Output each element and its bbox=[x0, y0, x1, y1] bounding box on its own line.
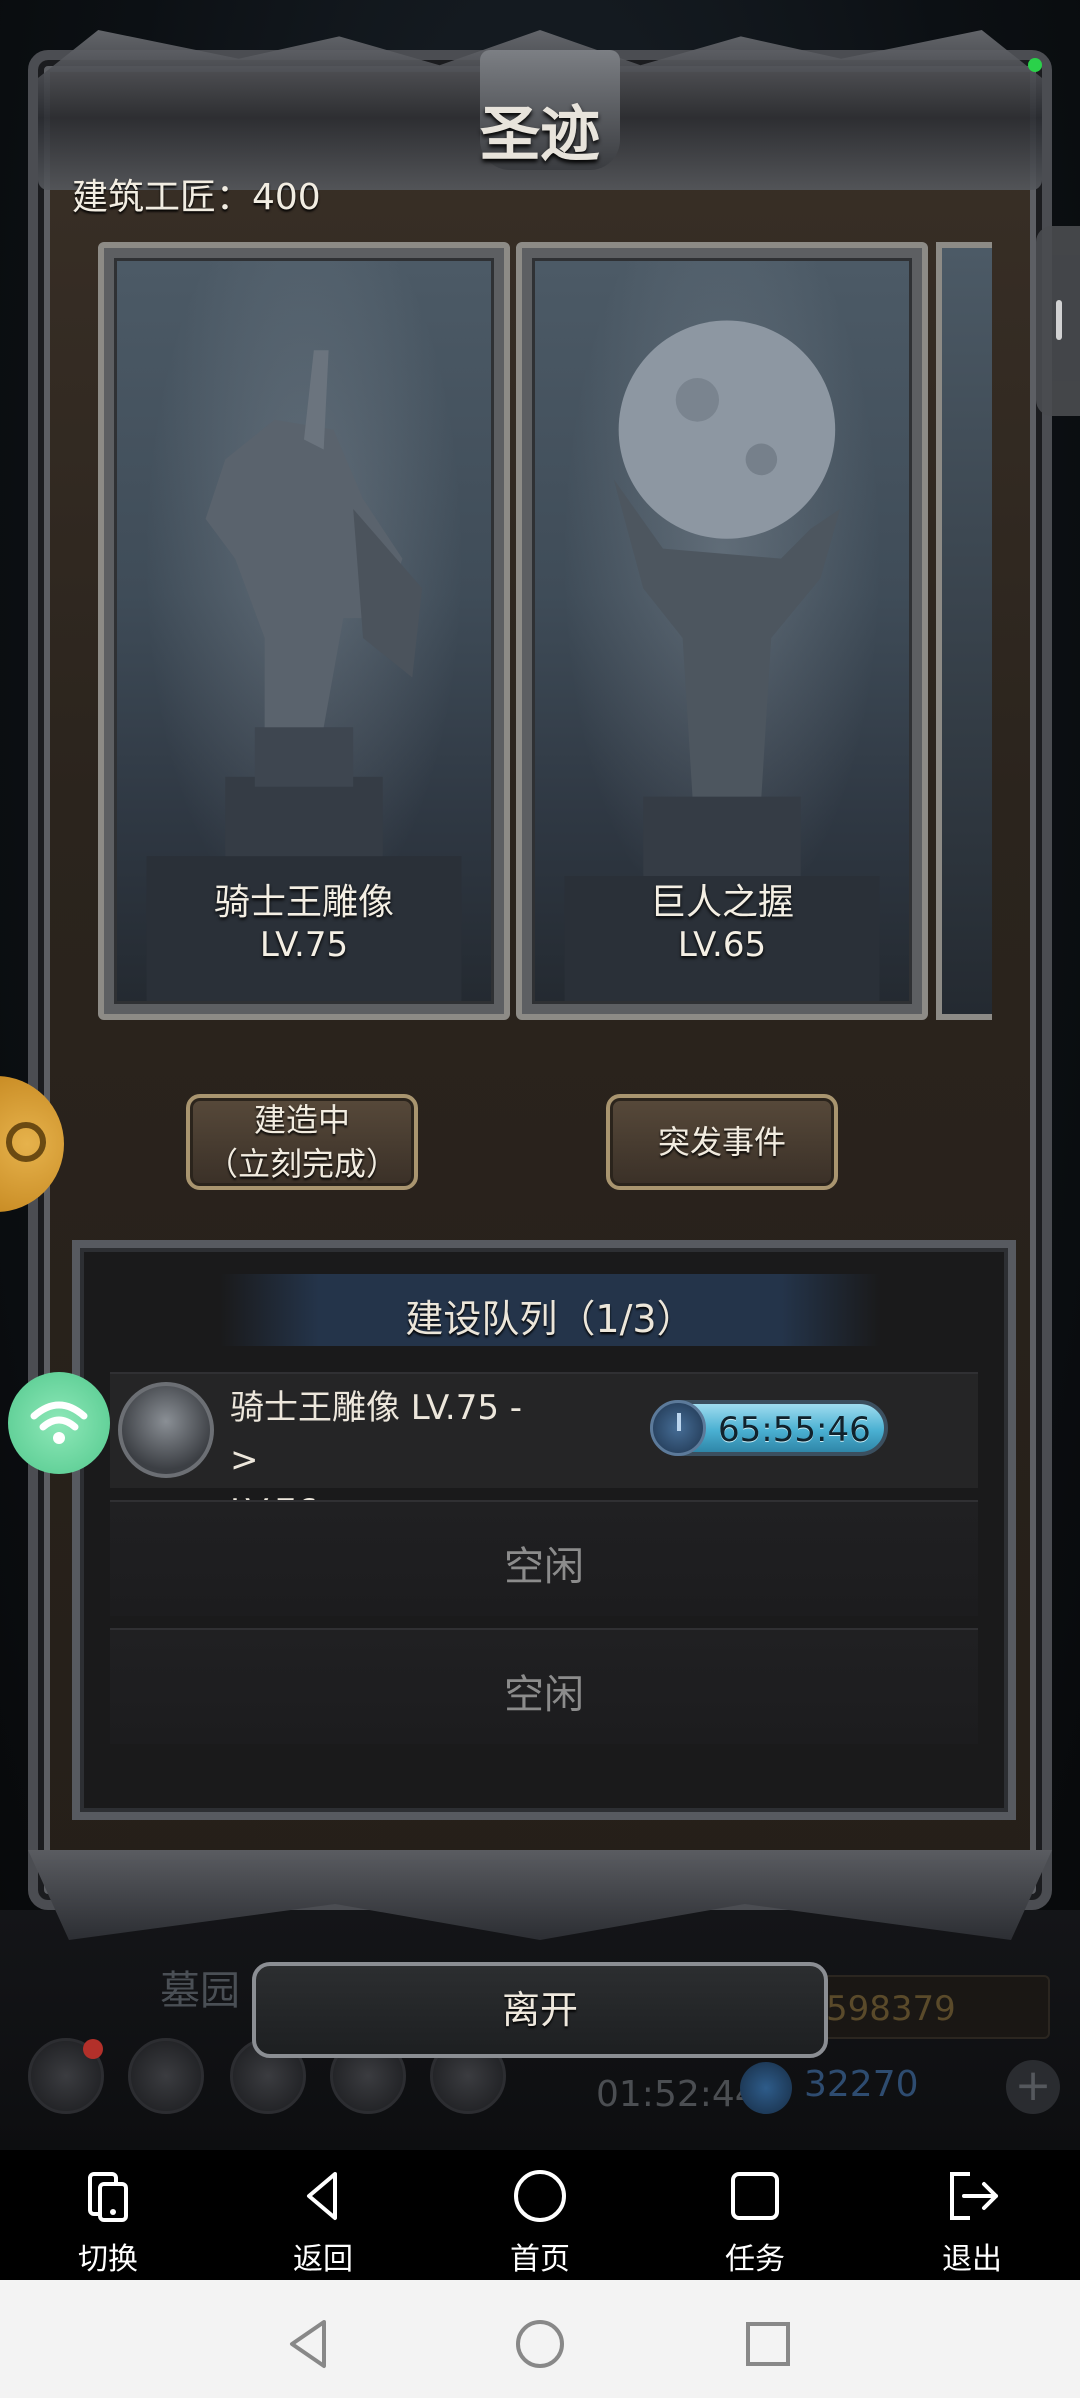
instant-complete-button[interactable]: 建造中 （立刻完成） bbox=[186, 1094, 418, 1190]
queue-empty-label: 空闲 bbox=[504, 1544, 584, 1590]
system-back-icon[interactable] bbox=[280, 2314, 340, 2374]
building-status-label: 建造中 bbox=[253, 1101, 350, 1139]
statue-level: LV.65 bbox=[677, 925, 767, 965]
statue-card-giants-grasp[interactable]: 巨人之握 LV.65 bbox=[516, 242, 928, 1020]
settings-gear-icon[interactable] bbox=[28, 2038, 104, 2114]
side-drawer-handle[interactable] bbox=[1036, 226, 1080, 416]
dialog-title: 圣迹 bbox=[480, 100, 600, 170]
statue-image-giants-grasp: 巨人之握 LV.65 bbox=[532, 258, 912, 1004]
tasks-button[interactable]: 任务 bbox=[680, 2164, 830, 2278]
system-nav-bar bbox=[0, 2280, 1080, 2398]
back-label: 返回 bbox=[293, 2242, 353, 2277]
queue-row-empty: 空闲 bbox=[110, 1628, 978, 1744]
statue-name: 骑士王雕像 bbox=[213, 882, 394, 923]
hud-timer: 01:52:44 bbox=[596, 2074, 758, 2115]
leave-button[interactable]: 离开 bbox=[252, 1962, 828, 2058]
statue-card-knight-king[interactable]: 骑士王雕像 LV.75 bbox=[98, 242, 510, 1020]
switch-icon bbox=[33, 2164, 183, 2234]
gem-value: 32270 bbox=[804, 2064, 919, 2105]
queue-timer-text: 65:55:46 bbox=[718, 1410, 871, 1450]
exit-icon bbox=[897, 2164, 1047, 2234]
exit-label: 退出 bbox=[942, 2242, 1002, 2277]
location-label: 墓园 bbox=[160, 1968, 240, 2014]
quick-nav-bar: 切换 返回 首页 任务 退出 bbox=[0, 2150, 1080, 2280]
builders-count: 建筑工匠：400 bbox=[72, 177, 321, 218]
statue-level: LV.75 bbox=[259, 925, 349, 965]
add-gems-button[interactable]: + bbox=[1006, 2060, 1060, 2114]
tasks-square-icon bbox=[680, 2164, 830, 2234]
system-home-icon[interactable] bbox=[510, 2314, 570, 2374]
statue-card-partial[interactable] bbox=[936, 242, 992, 1020]
queue-row-active[interactable]: 骑士王雕像 LV.75 -> LV.76 65:55:46 bbox=[110, 1372, 978, 1532]
statue-image-knight-king: 骑士王雕像 LV.75 bbox=[114, 258, 494, 1004]
queue-timer-bar: 65:55:46 bbox=[650, 1400, 888, 1456]
knight-statue-avatar bbox=[118, 1382, 214, 1478]
back-button[interactable]: 返回 bbox=[248, 2164, 398, 2278]
home-label: 首页 bbox=[510, 2242, 570, 2277]
exit-button[interactable]: 退出 bbox=[897, 2164, 1047, 2278]
switch-button[interactable]: 切换 bbox=[33, 2164, 183, 2278]
queue-row-empty: 空闲 bbox=[110, 1500, 978, 1616]
gem-icon bbox=[740, 2062, 792, 2114]
tasks-label: 任务 bbox=[725, 2242, 785, 2277]
queue-title: 建设队列（1/3） bbox=[405, 1297, 695, 1341]
clock-icon bbox=[650, 1400, 706, 1456]
home-button[interactable]: 首页 bbox=[465, 2164, 615, 2278]
rank-badge-icon[interactable] bbox=[128, 2038, 204, 2114]
random-event-button[interactable]: 突发事件 bbox=[606, 1094, 838, 1190]
status-indicator-dot bbox=[1028, 58, 1042, 72]
switch-label: 切换 bbox=[78, 2242, 138, 2277]
queue-empty-label: 空闲 bbox=[504, 1672, 584, 1718]
instant-complete-label: （立刻完成） bbox=[205, 1145, 398, 1183]
random-event-label: 突发事件 bbox=[657, 1123, 786, 1161]
queue-header: 建设队列（1/3） bbox=[220, 1274, 880, 1346]
system-recents-icon[interactable] bbox=[738, 2314, 798, 2374]
gold-counter: 598379 bbox=[800, 1975, 1050, 2039]
back-triangle-icon bbox=[248, 2164, 398, 2234]
statue-name: 巨人之握 bbox=[649, 882, 794, 923]
queue-item-line1: 骑士王雕像 LV.75 -> bbox=[230, 1388, 523, 1480]
wifi-bubble-icon[interactable] bbox=[8, 1372, 110, 1474]
build-queue-panel: 建设队列（1/3） 骑士王雕像 LV.75 -> LV.76 65:55:46 … bbox=[72, 1240, 1016, 1820]
home-circle-icon bbox=[465, 2164, 615, 2234]
